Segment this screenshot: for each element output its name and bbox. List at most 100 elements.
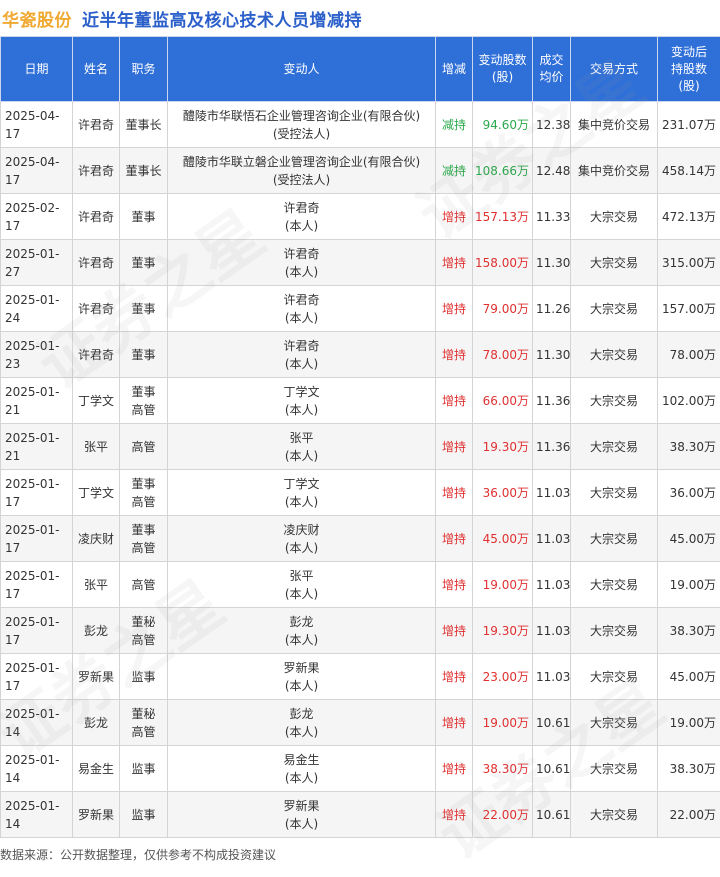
changer-line: 张平 xyxy=(168,567,435,585)
name-cell: 彭龙 xyxy=(73,608,120,654)
changer-line: 许君奇 xyxy=(168,245,435,263)
changer-cell: 丁学文(本人) xyxy=(168,378,436,424)
position-line: 监事 xyxy=(120,806,167,824)
change-type-cell: 增持 xyxy=(436,700,473,746)
column-header-line: 姓名 xyxy=(73,61,119,78)
holding-after-cell: 45.00万 xyxy=(658,654,720,700)
position-line: 监事 xyxy=(120,668,167,686)
position-cell: 董事 xyxy=(120,240,168,286)
avg-price-cell: 11.26 xyxy=(533,286,571,332)
changer-cell: 醴陵市华联立磐企业管理咨询企业(有限合伙)(受控法人) xyxy=(168,148,436,194)
change-type-cell: 增持 xyxy=(436,562,473,608)
change-amount-cell: 94.60万 xyxy=(473,102,533,148)
position-cell: 董事 xyxy=(120,194,168,240)
trade-method-cell: 大宗交易 xyxy=(571,424,658,470)
change-amount-cell: 108.66万 xyxy=(473,148,533,194)
page-title: 近半年董监高及核心技术人员增减持 xyxy=(82,6,362,31)
changer-cell: 许君奇(本人) xyxy=(168,332,436,378)
position-line: 高管 xyxy=(120,438,167,456)
column-header-line: 增减 xyxy=(436,61,472,78)
avg-price-cell: 11.36 xyxy=(533,378,571,424)
avg-price-cell: 11.30 xyxy=(533,240,571,286)
table-row: 2025-01-14易金生监事易金生(本人)增持38.30万10.61大宗交易3… xyxy=(1,746,720,792)
date-cell: 2025-01-14 xyxy=(1,700,73,746)
change-type-cell: 增持 xyxy=(436,240,473,286)
change-type-cell: 增持 xyxy=(436,424,473,470)
changer-line: 易金生 xyxy=(168,751,435,769)
changer-line: 丁学文 xyxy=(168,383,435,401)
position-line: 高管 xyxy=(120,723,167,741)
changer-line: 许君奇 xyxy=(168,337,435,355)
date-cell: 2025-01-17 xyxy=(1,654,73,700)
name-cell: 许君奇 xyxy=(73,286,120,332)
position-line: 高管 xyxy=(120,631,167,649)
name-cell: 张平 xyxy=(73,424,120,470)
change-amount-cell: 22.00万 xyxy=(473,792,533,838)
position-cell: 董事高管 xyxy=(120,470,168,516)
table-row: 2025-01-17罗新果监事罗新果(本人)增持23.00万11.03大宗交易4… xyxy=(1,654,720,700)
change-type-cell: 减持 xyxy=(436,148,473,194)
changer-line: 彭龙 xyxy=(168,705,435,723)
column-header-line: (股) xyxy=(473,69,532,86)
changer-line: 罗新果 xyxy=(168,797,435,815)
column-header: 增减 xyxy=(436,37,473,102)
table-row: 2025-01-21丁学文董事高管丁学文(本人)增持66.00万11.36大宗交… xyxy=(1,378,720,424)
avg-price-cell: 10.61 xyxy=(533,746,571,792)
column-header: 交易方式 xyxy=(571,37,658,102)
change-amount-cell: 78.00万 xyxy=(473,332,533,378)
change-type-cell: 减持 xyxy=(436,102,473,148)
trade-method-cell: 大宗交易 xyxy=(571,516,658,562)
column-header: 职务 xyxy=(120,37,168,102)
name-cell: 彭龙 xyxy=(73,700,120,746)
change-amount-cell: 157.13万 xyxy=(473,194,533,240)
table-row: 2025-02-17许君奇董事许君奇(本人)增持157.13万11.33大宗交易… xyxy=(1,194,720,240)
avg-price-cell: 11.30 xyxy=(533,332,571,378)
changer-cell: 易金生(本人) xyxy=(168,746,436,792)
trade-method-cell: 大宗交易 xyxy=(571,792,658,838)
changer-cell: 许君奇(本人) xyxy=(168,286,436,332)
changer-cell: 张平(本人) xyxy=(168,424,436,470)
change-type-cell: 增持 xyxy=(436,286,473,332)
changer-line: (本人) xyxy=(168,401,435,419)
position-line: 高管 xyxy=(120,539,167,557)
date-cell: 2025-01-17 xyxy=(1,562,73,608)
table-row: 2025-04-17许君奇董事长醴陵市华联立磐企业管理咨询企业(有限合伙)(受控… xyxy=(1,148,720,194)
column-header: 成交均价 xyxy=(533,37,571,102)
column-header: 变动后持股数(股) xyxy=(658,37,720,102)
name-cell: 许君奇 xyxy=(73,194,120,240)
position-line: 董事 xyxy=(120,346,167,364)
holding-after-cell: 45.00万 xyxy=(658,516,720,562)
position-line: 董事 xyxy=(120,475,167,493)
changer-cell: 罗新果(本人) xyxy=(168,654,436,700)
trade-method-cell: 大宗交易 xyxy=(571,470,658,516)
changer-line: (本人) xyxy=(168,815,435,833)
avg-price-cell: 12.38 xyxy=(533,102,571,148)
trade-method-cell: 大宗交易 xyxy=(571,286,658,332)
table-row: 2025-01-21张平高管张平(本人)增持19.30万11.36大宗交易38.… xyxy=(1,424,720,470)
date-cell: 2025-01-14 xyxy=(1,792,73,838)
table-row: 2025-01-14罗新果监事罗新果(本人)增持22.00万10.61大宗交易2… xyxy=(1,792,720,838)
avg-price-cell: 11.33 xyxy=(533,194,571,240)
column-header-line: (股) xyxy=(658,78,720,95)
position-cell: 董秘高管 xyxy=(120,608,168,654)
avg-price-cell: 11.03 xyxy=(533,608,571,654)
date-cell: 2025-01-17 xyxy=(1,470,73,516)
date-cell: 2025-01-14 xyxy=(1,746,73,792)
trade-method-cell: 大宗交易 xyxy=(571,608,658,654)
avg-price-cell: 11.03 xyxy=(533,516,571,562)
date-cell: 2025-04-17 xyxy=(1,102,73,148)
position-line: 高管 xyxy=(120,401,167,419)
trade-method-cell: 大宗交易 xyxy=(571,700,658,746)
changer-line: (本人) xyxy=(168,769,435,787)
table-row: 2025-01-17张平高管张平(本人)增持19.00万11.03大宗交易19.… xyxy=(1,562,720,608)
date-cell: 2025-04-17 xyxy=(1,148,73,194)
changer-line: (本人) xyxy=(168,263,435,281)
name-cell: 许君奇 xyxy=(73,102,120,148)
position-cell: 监事 xyxy=(120,746,168,792)
changer-line: (本人) xyxy=(168,309,435,327)
date-cell: 2025-01-23 xyxy=(1,332,73,378)
change-type-cell: 增持 xyxy=(436,746,473,792)
name-cell: 罗新果 xyxy=(73,654,120,700)
position-line: 高管 xyxy=(120,576,167,594)
table-row: 2025-01-17丁学文董事高管丁学文(本人)增持36.00万11.03大宗交… xyxy=(1,470,720,516)
